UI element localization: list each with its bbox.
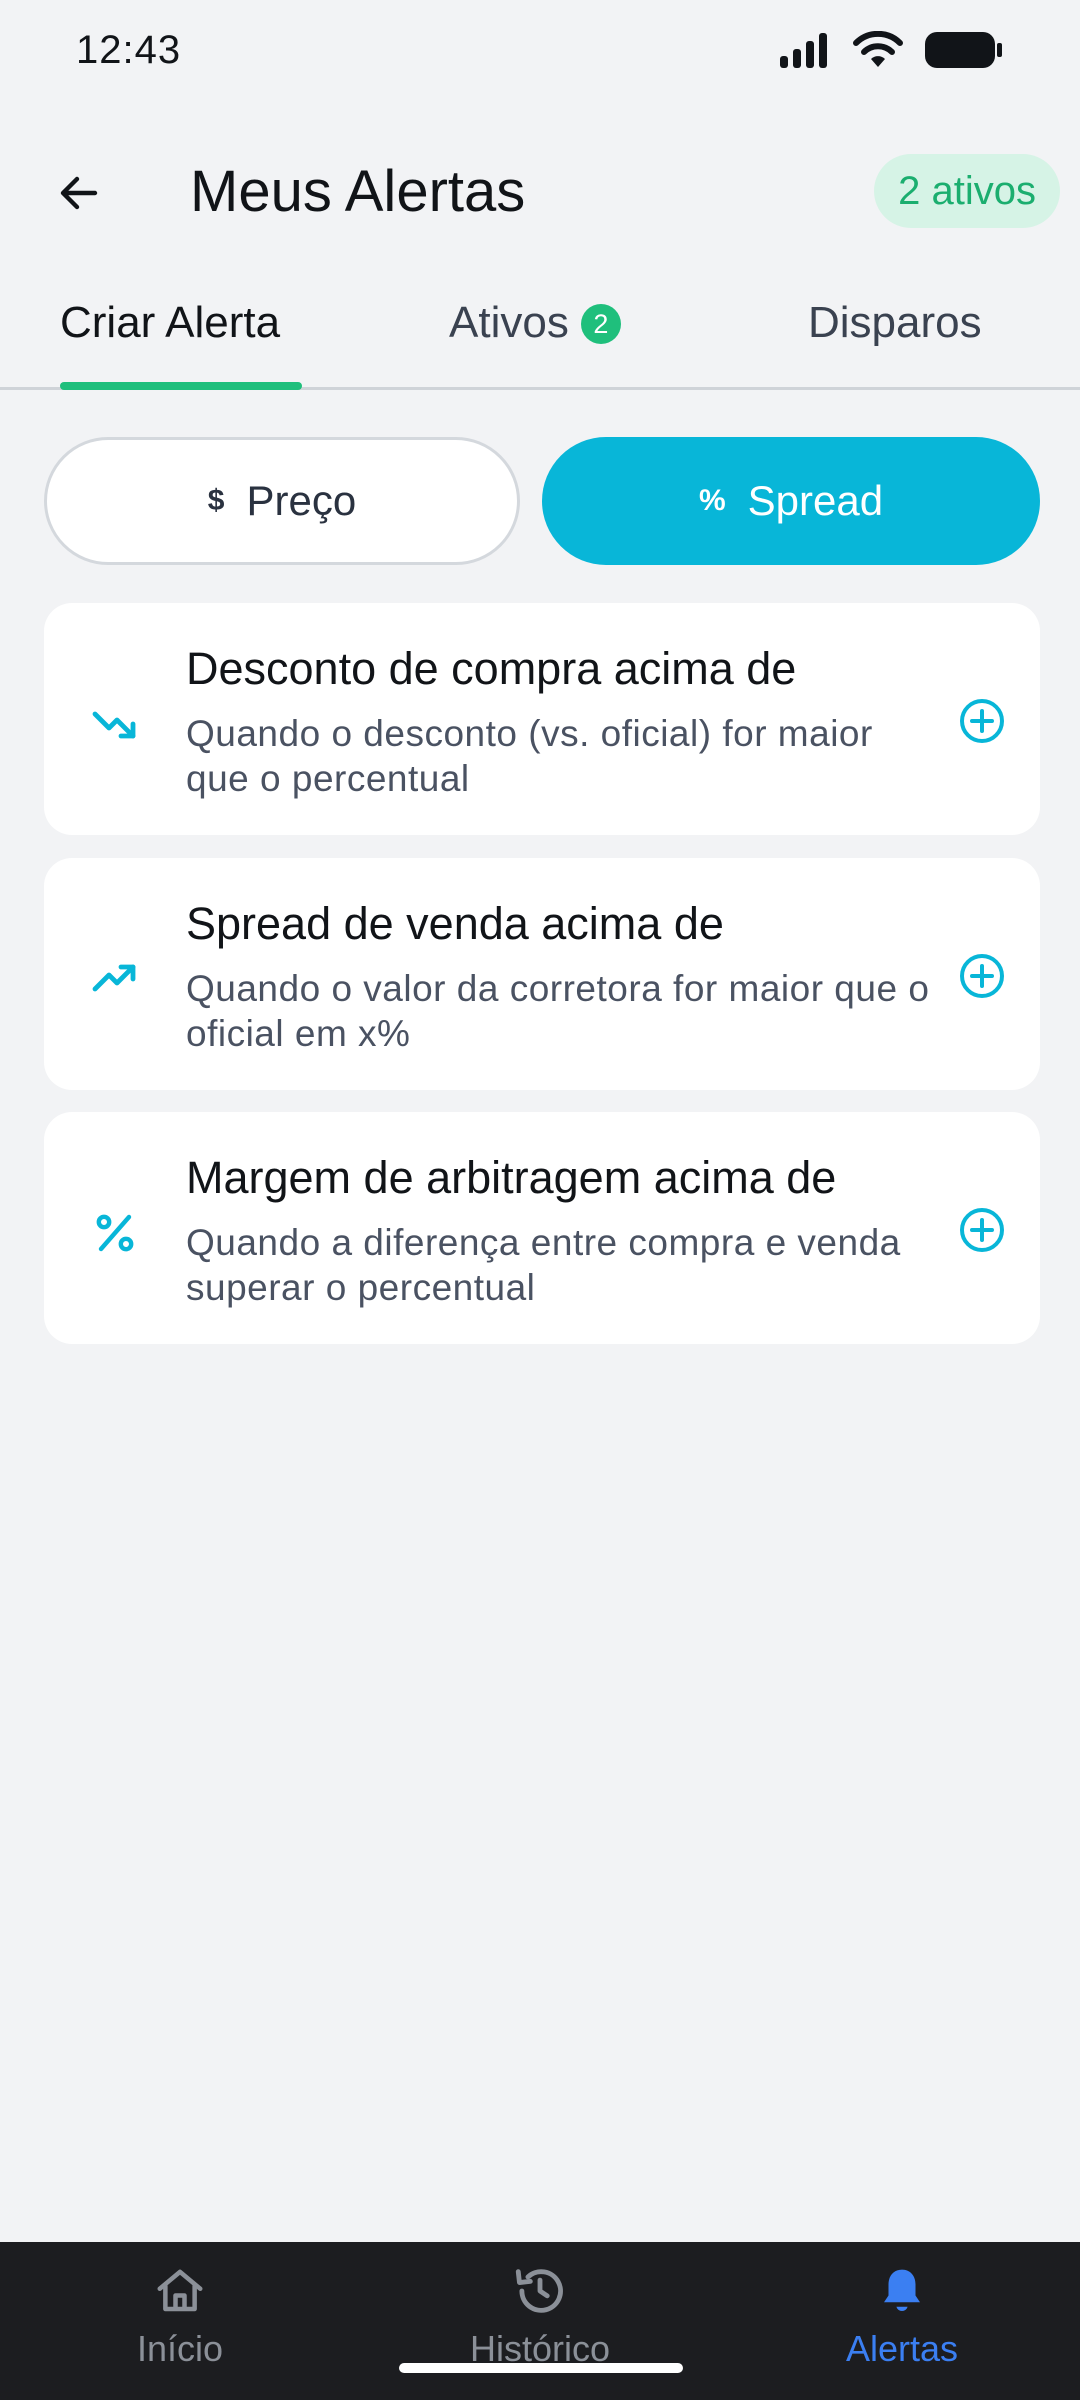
add-circle-icon[interactable] [956,695,1008,747]
status-icons [778,30,1004,70]
nav-item-alertas[interactable]: Alertas [782,2260,1022,2380]
card-description: Quando o valor da corretora for maior qu… [186,968,930,1054]
spread-label: Spread [747,477,884,524]
add-circle-icon[interactable] [956,950,1008,1002]
tab-label: Ativos [449,298,569,347]
trending-up-icon [90,954,140,1004]
tab-disparos[interactable]: Disparos [808,298,982,388]
card-title: Desconto de compra acima de [186,643,797,694]
arrow-left-icon [60,176,98,210]
app-header: Meus Alertas 2 ativos [0,140,1080,244]
tab-ativos[interactable]: Ativos 2 [449,298,621,388]
nav-label: Início [136,2328,224,2369]
percent-icon [90,1208,140,1258]
home-icon [153,2260,207,2322]
card-description: Quando a diferença entre compra e venda … [186,1222,901,1308]
percent-icon: % [698,484,726,517]
trending-down-icon [90,699,140,749]
bottom-navigation: Início Histórico Alertas [0,2242,1080,2400]
preco-toggle-button[interactable]: $ Preço [44,437,520,565]
alert-type-card[interactable]: Spread de venda acima de Quando o valor … [44,858,1040,1090]
status-bar: 12:43 [0,0,1080,100]
signal-icon [780,33,827,68]
alert-type-card[interactable]: Desconto de compra acima de Quando o des… [44,603,1040,835]
tab-criar-alerta[interactable]: Criar Alerta [60,298,280,388]
tab-bar: Criar Alerta Ativos 2 Disparos [0,280,1080,390]
home-indicator [399,2363,683,2373]
back-button[interactable] [46,160,112,226]
preco-label: Preço [246,477,357,524]
tab-label: Disparos [808,298,982,347]
dollar-icon: $ [207,484,225,517]
card-title: Margem de arbitragem acima de [186,1152,837,1203]
spread-toggle-button[interactable]: % Spread [542,437,1040,565]
active-count-badge: 2 ativos [874,154,1060,228]
card-title: Spread de venda acima de [186,898,724,949]
battery-icon [925,32,1002,68]
page-title: Meus Alertas [190,159,526,224]
nav-item-historico[interactable]: Histórico [420,2260,660,2380]
card-description: Quando o desconto (vs. oficial) for maio… [186,713,873,799]
bell-icon [875,2260,929,2322]
history-icon [511,2260,569,2322]
active-tab-indicator [60,382,302,390]
nav-label: Alertas [845,2328,959,2369]
wifi-icon [853,31,903,67]
tab-count-badge: 2 [580,304,621,344]
add-circle-icon[interactable] [956,1204,1008,1256]
status-time: 12:43 [76,27,182,72]
alert-type-card[interactable]: Margem de arbitragem acima de Quando a d… [44,1112,1040,1344]
tab-label: Criar Alerta [60,298,281,347]
nav-item-inicio[interactable]: Início [60,2260,300,2380]
